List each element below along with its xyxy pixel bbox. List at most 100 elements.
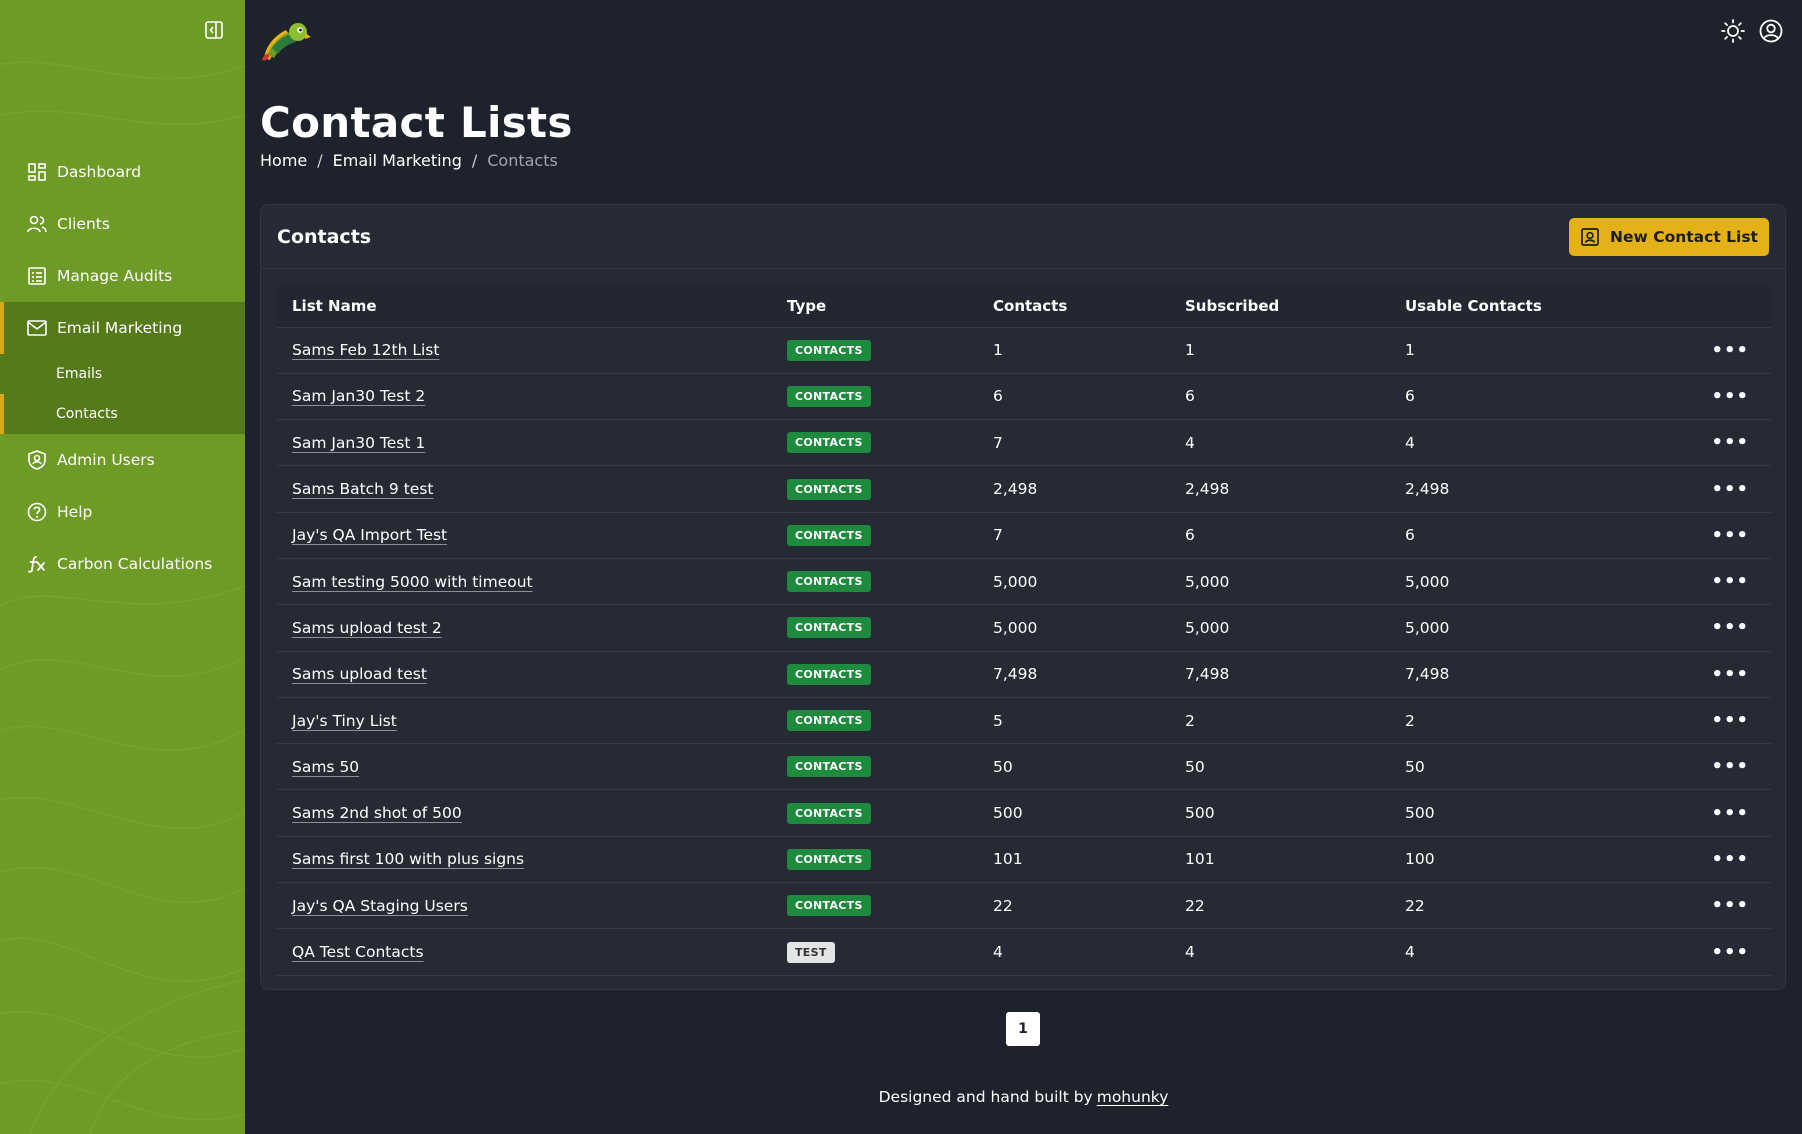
contact-book-icon bbox=[1581, 227, 1599, 246]
sidebar-item-admin-users[interactable]: Admin Users bbox=[0, 434, 245, 486]
row-actions-menu-button[interactable]: ••• bbox=[1680, 373, 1771, 421]
subscribed-cell: 1 bbox=[1170, 327, 1390, 374]
list-name-link[interactable]: Sam Jan30 Test 2 bbox=[292, 387, 425, 405]
sidebar-item-manage-audits[interactable]: Manage Audits bbox=[0, 250, 245, 302]
row-actions-menu-button[interactable]: ••• bbox=[1680, 327, 1771, 374]
list-name-link[interactable]: Sams upload test bbox=[292, 665, 427, 683]
sidebar-collapse-icon bbox=[205, 21, 223, 39]
row-actions-menu-button[interactable]: ••• bbox=[1680, 836, 1771, 884]
list-name-link[interactable]: Sam testing 5000 with timeout bbox=[292, 573, 533, 591]
contacts-cell: 7 bbox=[978, 419, 1170, 467]
list-name-link[interactable]: Sams upload test 2 bbox=[292, 619, 442, 637]
list-name-link[interactable]: Jay's QA Import Test bbox=[292, 526, 447, 544]
subscribed-cell: 7,498 bbox=[1170, 651, 1390, 698]
breadcrumb-home[interactable]: Home bbox=[260, 151, 307, 170]
contacts-cell: 5,000 bbox=[978, 558, 1170, 606]
contacts-cell: 6 bbox=[978, 373, 1170, 421]
column-header-usable-contacts[interactable]: Usable Contacts bbox=[1390, 285, 1680, 328]
usable-contacts-cell: 2 bbox=[1390, 697, 1680, 745]
row-actions-menu-button[interactable]: ••• bbox=[1680, 512, 1771, 559]
table-row: Sams first 100 with plus signs CONTACTS 10… bbox=[277, 836, 1771, 884]
table-row: Sams upload test CONTACTS 7,498 7,498 7,498 •… bbox=[277, 651, 1771, 698]
usable-contacts-cell: 4 bbox=[1390, 419, 1680, 467]
list-name-link[interactable]: Sam Jan30 Test 1 bbox=[292, 434, 425, 452]
usable-contacts-cell: 100 bbox=[1390, 836, 1680, 884]
footer-link-mohunky[interactable]: mohunky bbox=[1097, 1088, 1169, 1106]
sidebar-item-clients[interactable]: Clients bbox=[0, 198, 245, 250]
row-actions-menu-button[interactable]: ••• bbox=[1680, 558, 1771, 606]
list-name-cell: Sams Batch 9 test bbox=[277, 465, 772, 513]
usable-contacts-cell: 1 bbox=[1390, 327, 1680, 374]
contacts-cell: 22 bbox=[978, 882, 1170, 930]
list-name-cell: Jay's Tiny List bbox=[277, 697, 772, 745]
row-actions-menu-button[interactable]: ••• bbox=[1680, 604, 1771, 652]
sidebar-item-label: Manage Audits bbox=[57, 267, 173, 285]
new-contact-list-button[interactable]: New Contact List bbox=[1569, 217, 1769, 256]
row-actions-menu-button[interactable]: ••• bbox=[1680, 419, 1771, 467]
table-row: Sams 50 CONTACTS 50 50 50 ••• bbox=[277, 743, 1771, 791]
sidebar-item-help[interactable]: Help bbox=[0, 486, 245, 538]
type-cell: CONTACTS bbox=[772, 327, 978, 374]
sidebar-item-label: Help bbox=[57, 503, 93, 521]
sidebar-item-dashboard[interactable]: Dashboard bbox=[0, 146, 245, 198]
usable-contacts-cell: 2,498 bbox=[1390, 465, 1680, 513]
column-header-subscribed[interactable]: Subscribed bbox=[1170, 285, 1390, 328]
sidebar-subitem-contacts[interactable]: Contacts bbox=[0, 394, 245, 434]
list-name-link[interactable]: Sams 50 bbox=[292, 758, 359, 776]
table-row: Sams Feb 12th List CONTACTS 1 1 1 ••• bbox=[277, 327, 1771, 374]
row-actions-menu-button[interactable]: ••• bbox=[1680, 651, 1771, 698]
type-cell: CONTACTS bbox=[772, 558, 978, 606]
usable-contacts-cell: 7,498 bbox=[1390, 651, 1680, 698]
contacts-cell: 2,498 bbox=[978, 465, 1170, 513]
theme-toggle-button[interactable] bbox=[1720, 18, 1746, 44]
list-name-cell: Sams first 100 with plus signs bbox=[277, 836, 772, 884]
row-actions-menu-button[interactable]: ••• bbox=[1680, 928, 1771, 976]
app-logo[interactable] bbox=[258, 18, 314, 64]
column-header-type[interactable]: Type bbox=[772, 285, 978, 328]
sidebar-subitem-emails[interactable]: Emails bbox=[0, 354, 245, 394]
usable-contacts-cell: 5,000 bbox=[1390, 604, 1680, 652]
table-row: Sam Jan30 Test 2 CONTACTS 6 6 6 ••• bbox=[277, 373, 1771, 421]
help-icon bbox=[27, 502, 47, 522]
type-cell: CONTACTS bbox=[772, 604, 978, 652]
user-account-button[interactable] bbox=[1758, 18, 1784, 44]
list-name-link[interactable]: Sams 2nd shot of 500 bbox=[292, 804, 462, 822]
pagination-page-button[interactable]: 1 bbox=[1006, 1012, 1040, 1046]
table-header-row: List Name Type Contacts Subscribed Usabl… bbox=[277, 285, 1771, 328]
row-actions-menu-button[interactable]: ••• bbox=[1680, 743, 1771, 791]
row-actions-menu-button[interactable]: ••• bbox=[1680, 697, 1771, 745]
type-badge: CONTACTS bbox=[787, 710, 871, 732]
usable-contacts-cell: 50 bbox=[1390, 743, 1680, 791]
sidebar-group-email-marketing: Email Marketing Emails Contacts bbox=[0, 302, 245, 434]
type-badge: CONTACTS bbox=[787, 571, 871, 593]
type-badge: TEST bbox=[787, 941, 835, 963]
list-name-link[interactable]: Sams Feb 12th List bbox=[292, 341, 439, 359]
list-name-link[interactable]: Jay's QA Staging Users bbox=[292, 897, 468, 915]
list-name-link[interactable]: Sams first 100 with plus signs bbox=[292, 850, 524, 868]
row-actions-menu-button[interactable]: ••• bbox=[1680, 465, 1771, 513]
sidebar-item-email-marketing[interactable]: Email Marketing bbox=[0, 302, 245, 354]
breadcrumb-email-marketing[interactable]: Email Marketing bbox=[333, 151, 462, 170]
table-row: Jay's Tiny List CONTACTS 5 2 2 ••• bbox=[277, 697, 1771, 745]
sidebar-collapse-button[interactable] bbox=[204, 20, 224, 40]
column-header-contacts[interactable]: Contacts bbox=[978, 285, 1170, 328]
list-name-link[interactable]: QA Test Contacts bbox=[292, 943, 424, 961]
user-circle-icon bbox=[1759, 19, 1783, 43]
type-badge: CONTACTS bbox=[787, 524, 871, 546]
new-contact-list-label: New Contact List bbox=[1610, 227, 1758, 246]
footer: Designed and hand built by mohunky bbox=[0, 1088, 1802, 1106]
dashboard-icon bbox=[27, 162, 47, 182]
list-name-link[interactable]: Jay's Tiny List bbox=[292, 712, 397, 730]
type-cell: TEST bbox=[772, 928, 978, 976]
table-row: Sams Batch 9 test CONTACTS 2,498 2,498 2,498… bbox=[277, 465, 1771, 513]
list-name-link[interactable]: Sams Batch 9 test bbox=[292, 480, 433, 498]
page-title: Contact Lists bbox=[260, 98, 573, 147]
row-actions-menu-button[interactable]: ••• bbox=[1680, 882, 1771, 930]
sidebar-item-carbon-calculations[interactable]: Carbon Calculations bbox=[0, 538, 245, 590]
type-badge: CONTACTS bbox=[787, 848, 871, 870]
row-actions-menu-button[interactable]: ••• bbox=[1680, 789, 1771, 837]
column-header-list-name[interactable]: List Name bbox=[277, 285, 772, 328]
subscribed-cell: 4 bbox=[1170, 419, 1390, 467]
list-name-cell: Sam Jan30 Test 1 bbox=[277, 419, 772, 467]
type-cell: CONTACTS bbox=[772, 465, 978, 513]
